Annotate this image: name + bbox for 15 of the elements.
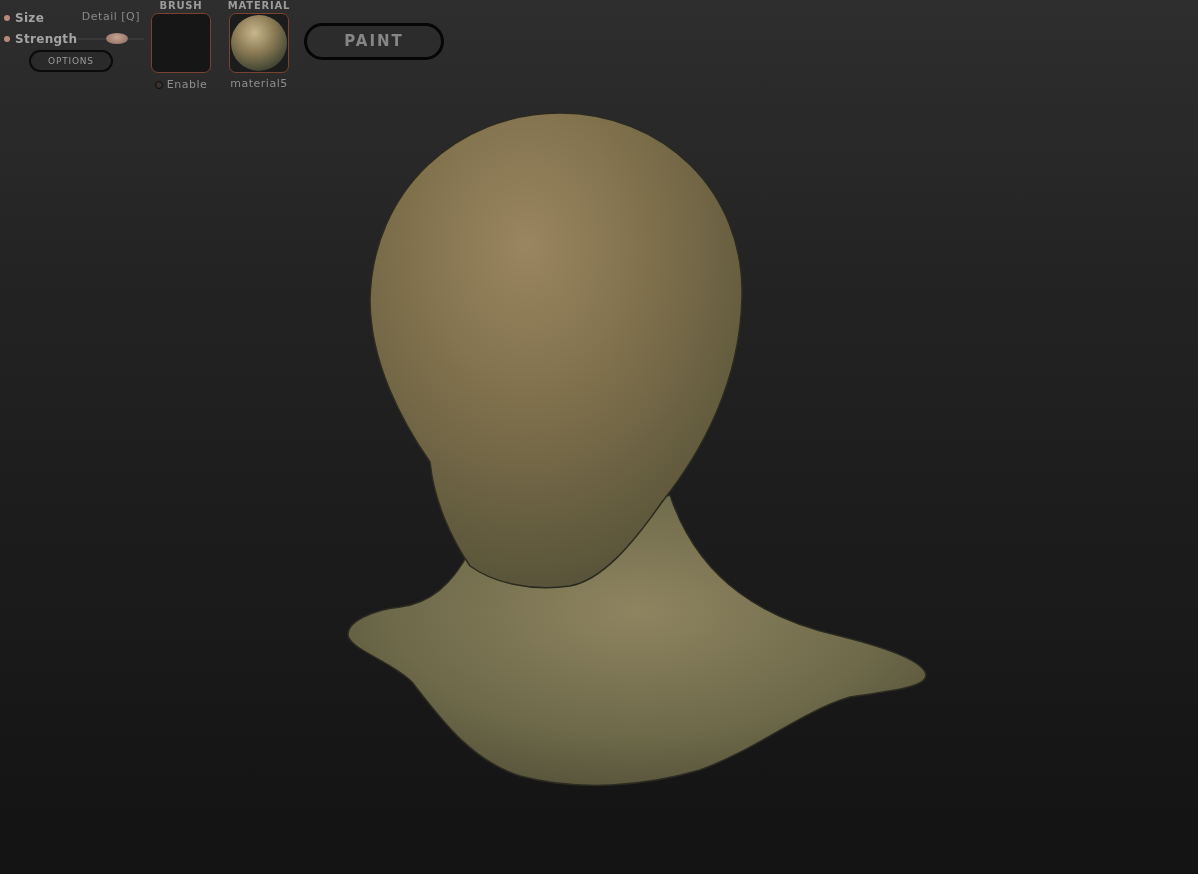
enable-toggle[interactable] xyxy=(154,81,163,90)
detail-label: Detail [Q] xyxy=(81,9,140,26)
material-sphere-icon xyxy=(231,15,287,71)
material-slot[interactable] xyxy=(229,13,289,73)
dot-icon xyxy=(4,35,10,42)
enable-label: Enable xyxy=(166,77,208,93)
slider-thumb[interactable] xyxy=(106,32,129,44)
paint-button[interactable]: PAINT xyxy=(304,23,444,60)
options-button[interactable]: OPTIONS xyxy=(29,50,113,72)
slider-label[interactable]: Size xyxy=(15,8,45,27)
material-name: material5 xyxy=(230,76,288,92)
slider-label[interactable]: Strength xyxy=(15,29,78,48)
dot-icon xyxy=(4,14,10,21)
material-title: MATERIAL xyxy=(227,0,291,12)
brush-title: BRUSH xyxy=(159,0,203,12)
